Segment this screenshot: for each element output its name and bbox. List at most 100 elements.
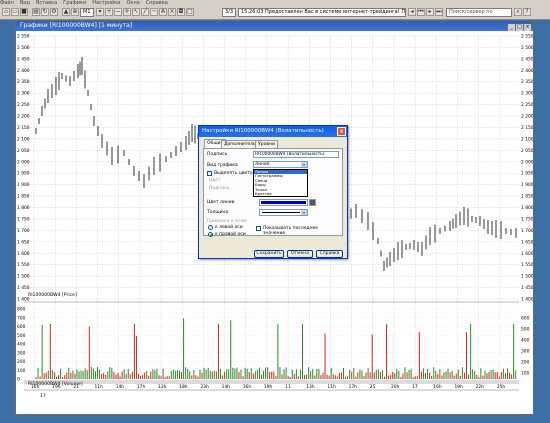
caption-label: Подпись [207,152,228,157]
left-axis-label: к левой оси [215,225,243,230]
price-tick-left: 1 900 [17,182,30,188]
price-tick-left: 1 500 [17,274,30,280]
cursor-icon[interactable]: ↖ [132,8,140,16]
thickness-select[interactable]: ▾ [259,209,308,216]
chevron-down-icon: ▾ [301,210,307,215]
volume-tick-left: 800 [17,307,26,313]
price-tick-left: 1 450 [17,285,30,291]
price-tick-left: 2 450 [17,56,30,62]
chart-type-option[interactable]: Крестик [254,191,307,196]
chart-type-value: Линия [255,162,270,167]
price-tick-right: 1 850 [521,194,533,200]
price-tick-right: 1 450 [521,285,533,291]
edge-label: Подпись [209,186,230,191]
volume-bars [35,318,517,379]
time-tick: 23h [200,384,209,390]
chart-type-select[interactable]: Линия ▾ [253,161,308,168]
toolbar: ▫ ▭ ■ ▤ ↻ ⚙ ▲ ⊕ М1 ▾ + − ✛ ↖ ╱ ─ A × ◘ ▢… [0,6,550,20]
price-axis-right: 2 550 2 500 2 450 2 400 2 350 2 300 2 250 2 200… [521,34,533,303]
chart-window-titlebar[interactable]: Графики [RI100000BW4] [1 минута] _ □ × [16,21,533,31]
search-icon[interactable]: ⌕ [514,8,522,16]
volume-panel-label: RI100000BW4 [Volume] [28,382,83,387]
price-tick-left: 1 550 [17,262,30,268]
text-tool-icon[interactable]: A [159,8,167,16]
price-tick-right: 2 550 [521,34,533,40]
caption-input[interactable]: RI100000BW4 (Волатильность) [253,151,339,158]
time-tick: 11 [285,384,291,390]
right-axis-label: к правой оси [215,232,246,237]
right-axis-radio[interactable] [208,232,213,237]
price-tick-left: 1 600 [17,251,30,257]
chart-icon[interactable]: ▲ [62,8,70,16]
page-spin[interactable]: 3/3 [222,8,236,17]
dialog-titlebar[interactable]: Настройки RI100000BW4 (Волатильность) [199,126,347,137]
price-tick-right: 2 300 [521,91,533,97]
thickness-preview [262,212,300,213]
price-tick-right: 2 250 [521,102,533,108]
news-ticker[interactable]: 15:26:03 Предоставлен Вас в системе инте… [238,8,406,17]
price-tick-right: 1 800 [521,205,533,211]
zoom-in-icon[interactable]: + [105,8,113,16]
new-file-icon[interactable]: ▫ [2,8,10,16]
dialog-close-button[interactable]: × [337,127,346,136]
rewind-icon[interactable]: ⏮ [417,8,425,16]
price-tick-right: 2 100 [521,136,533,142]
help-icon[interactable]: ? [523,8,531,16]
hline-tool-icon[interactable]: ─ [150,8,158,16]
highlight-checkbox[interactable] [207,171,212,176]
maximize-icon[interactable]: □ [516,24,523,31]
color-label: Цвет [209,178,221,183]
volume-tick-left: 100 [17,368,26,374]
prev-icon[interactable]: ◂ [408,8,416,16]
left-axis-radio[interactable] [208,225,213,230]
settings-icon[interactable]: ⚙ [50,8,58,16]
search-input[interactable]: Поиск/сервер по [446,8,512,17]
open-folder-icon[interactable]: ▭ [11,8,19,16]
show-last-checkbox[interactable] [256,226,261,231]
settings-dialog: Настройки RI100000BW4 (Волатильность) × … [198,125,348,259]
color-dialog-button[interactable] [309,199,316,206]
save-button[interactable]: Сохранить [254,250,284,258]
line-color-picker[interactable] [259,199,308,206]
line-tool-icon[interactable]: ╱ [141,8,149,16]
delete-icon[interactable]: × [168,8,176,16]
chart-type-label: Вид графика [207,163,238,168]
refresh-icon[interactable]: ↻ [41,8,49,16]
volume-tick-left: 300 [17,350,26,356]
zoom-out-icon[interactable]: − [114,8,122,16]
price-tick-left: 1 950 [17,171,30,177]
date-label: 17 [40,394,46,399]
cancel-button[interactable]: Отмена [287,250,313,258]
close-icon[interactable]: × [524,24,531,31]
tab-levels[interactable]: Уровни [255,140,278,148]
volume-tick-right: 100 [521,371,530,377]
time-tick: 17 [412,384,418,390]
forward-icon[interactable]: ⏭ [435,8,443,16]
save-icon[interactable]: ■ [20,8,28,16]
price-tick-right: 1 750 [521,216,533,222]
play-icon[interactable]: ▸ [426,8,434,16]
volume-tick-left: 600 [17,324,26,330]
time-tick: 14h [116,384,125,390]
price-axis-left: 2 550 2 500 2 450 2 400 2 350 2 300 2 250 2 200… [17,34,30,303]
zoom-icon[interactable]: ⊕ [71,8,79,16]
crosshair-icon[interactable]: ✛ [123,8,131,16]
price-tick-left: 2 250 [17,102,30,108]
window-icon[interactable]: ▢ [186,8,194,16]
volume-tick-left: 0 [17,377,20,383]
time-tick: 17h [349,384,358,390]
minimize-icon[interactable]: _ [508,24,515,31]
time-tick: 19h [264,384,273,390]
print-icon[interactable]: ▤ [32,8,40,16]
volume-tick-right: 400 [521,338,530,344]
time-tick: 18h [179,384,188,390]
price-tick-left: 2 100 [17,136,30,142]
time-tick: 22h [476,384,485,390]
lock-icon[interactable]: ◘ [177,8,185,16]
time-tick: 25h [497,384,506,390]
arrow-down-icon[interactable]: ▾ [96,8,104,16]
help-button[interactable]: Справка [316,250,343,258]
binding-label: Привязка к осям [207,219,247,224]
line-color-label: Цвет линии [207,200,235,205]
period-select[interactable]: М1 [80,8,94,17]
